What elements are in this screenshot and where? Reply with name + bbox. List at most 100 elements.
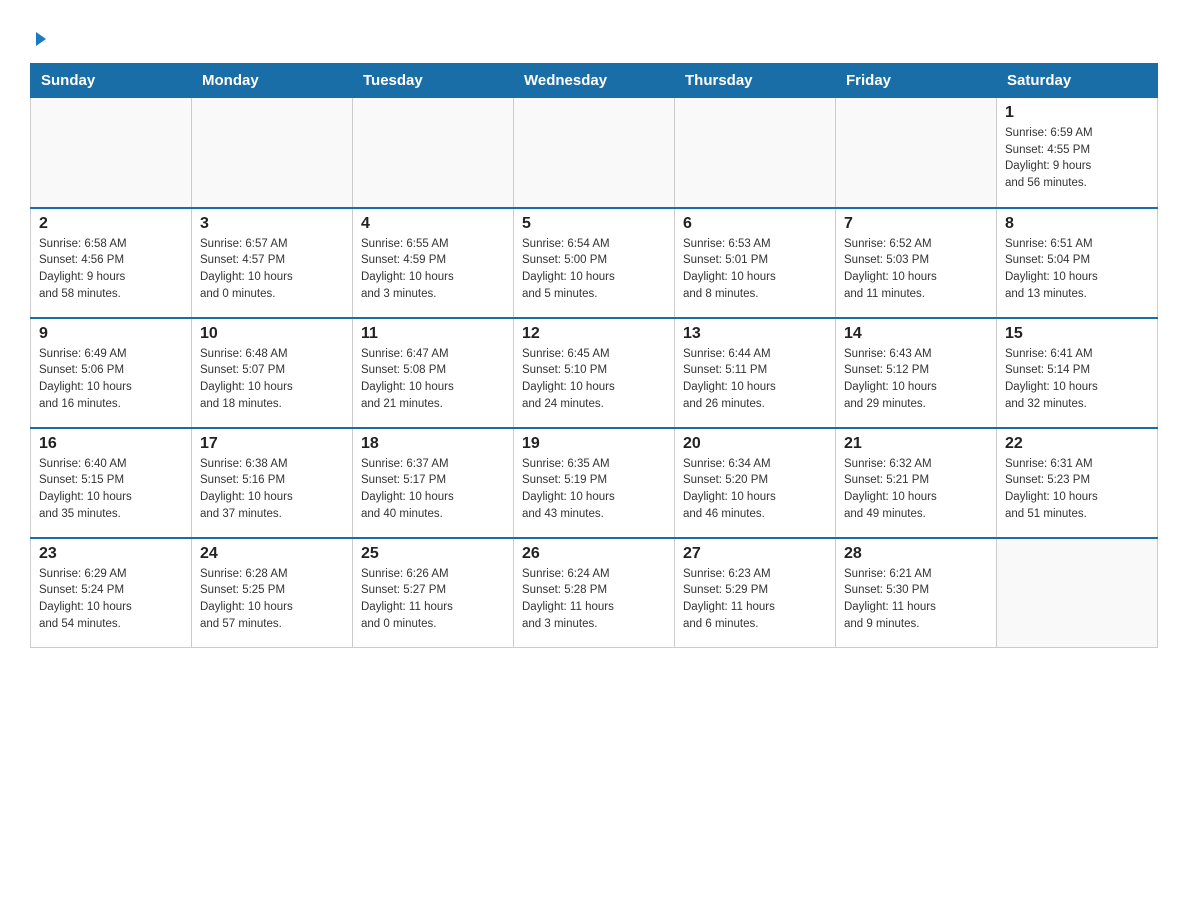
day-info: Sunrise: 6:34 AMSunset: 5:20 PMDaylight:… [683, 456, 827, 523]
calendar-cell [675, 98, 836, 208]
calendar-cell: 10 Sunrise: 6:48 AMSunset: 5:07 PMDayligh… [192, 318, 353, 428]
day-number: 27 [683, 545, 827, 563]
week-row-2: 2 Sunrise: 6:58 AMSunset: 4:56 PMDaylight… [31, 208, 1158, 318]
calendar-cell: 26 Sunrise: 6:24 AMSunset: 5:28 PMDayligh… [514, 538, 675, 648]
day-info: Sunrise: 6:51 AMSunset: 5:04 PMDaylight:… [1005, 236, 1149, 303]
week-row-3: 9 Sunrise: 6:49 AMSunset: 5:06 PMDaylight… [31, 318, 1158, 428]
day-number: 11 [361, 325, 505, 343]
day-number: 4 [361, 215, 505, 233]
day-info: Sunrise: 6:45 AMSunset: 5:10 PMDaylight:… [522, 346, 666, 413]
day-info: Sunrise: 6:37 AMSunset: 5:17 PMDaylight:… [361, 456, 505, 523]
col-header-tuesday: Tuesday [353, 64, 514, 98]
day-info: Sunrise: 6:28 AMSunset: 5:25 PMDaylight:… [200, 566, 344, 633]
calendar-cell: 2 Sunrise: 6:58 AMSunset: 4:56 PMDaylight… [31, 208, 192, 318]
week-row-1: 1 Sunrise: 6:59 AMSunset: 4:55 PMDaylight… [31, 98, 1158, 208]
day-number: 8 [1005, 215, 1149, 233]
calendar-cell: 4 Sunrise: 6:55 AMSunset: 4:59 PMDaylight… [353, 208, 514, 318]
day-number: 26 [522, 545, 666, 563]
day-number: 14 [844, 325, 988, 343]
day-info: Sunrise: 6:54 AMSunset: 5:00 PMDaylight:… [522, 236, 666, 303]
day-info: Sunrise: 6:40 AMSunset: 5:15 PMDaylight:… [39, 456, 183, 523]
day-number: 6 [683, 215, 827, 233]
calendar-cell: 3 Sunrise: 6:57 AMSunset: 4:57 PMDaylight… [192, 208, 353, 318]
day-info: Sunrise: 6:52 AMSunset: 5:03 PMDaylight:… [844, 236, 988, 303]
page-header [30, 20, 1158, 53]
col-header-sunday: Sunday [31, 64, 192, 98]
day-info: Sunrise: 6:57 AMSunset: 4:57 PMDaylight:… [200, 236, 344, 303]
calendar-cell: 6 Sunrise: 6:53 AMSunset: 5:01 PMDaylight… [675, 208, 836, 318]
day-number: 25 [361, 545, 505, 563]
day-number: 24 [200, 545, 344, 563]
day-info: Sunrise: 6:29 AMSunset: 5:24 PMDaylight:… [39, 566, 183, 633]
day-info: Sunrise: 6:23 AMSunset: 5:29 PMDaylight:… [683, 566, 827, 633]
day-number: 20 [683, 435, 827, 453]
logo-arrow-icon [32, 30, 50, 53]
calendar-cell: 5 Sunrise: 6:54 AMSunset: 5:00 PMDaylight… [514, 208, 675, 318]
day-number: 7 [844, 215, 988, 233]
calendar-cell [353, 98, 514, 208]
day-info: Sunrise: 6:35 AMSunset: 5:19 PMDaylight:… [522, 456, 666, 523]
calendar-cell: 12 Sunrise: 6:45 AMSunset: 5:10 PMDayligh… [514, 318, 675, 428]
week-row-5: 23 Sunrise: 6:29 AMSunset: 5:24 PMDayligh… [31, 538, 1158, 648]
col-header-saturday: Saturday [997, 64, 1158, 98]
calendar-cell: 9 Sunrise: 6:49 AMSunset: 5:06 PMDaylight… [31, 318, 192, 428]
day-number: 15 [1005, 325, 1149, 343]
day-info: Sunrise: 6:48 AMSunset: 5:07 PMDaylight:… [200, 346, 344, 413]
calendar-cell: 19 Sunrise: 6:35 AMSunset: 5:19 PMDayligh… [514, 428, 675, 538]
day-info: Sunrise: 6:59 AMSunset: 4:55 PMDaylight:… [1005, 125, 1149, 192]
day-info: Sunrise: 6:38 AMSunset: 5:16 PMDaylight:… [200, 456, 344, 523]
day-info: Sunrise: 6:41 AMSunset: 5:14 PMDaylight:… [1005, 346, 1149, 413]
calendar-cell: 13 Sunrise: 6:44 AMSunset: 5:11 PMDayligh… [675, 318, 836, 428]
day-info: Sunrise: 6:31 AMSunset: 5:23 PMDaylight:… [1005, 456, 1149, 523]
day-number: 28 [844, 545, 988, 563]
day-number: 3 [200, 215, 344, 233]
calendar-cell: 27 Sunrise: 6:23 AMSunset: 5:29 PMDayligh… [675, 538, 836, 648]
day-number: 10 [200, 325, 344, 343]
calendar-cell: 7 Sunrise: 6:52 AMSunset: 5:03 PMDaylight… [836, 208, 997, 318]
col-header-friday: Friday [836, 64, 997, 98]
day-number: 16 [39, 435, 183, 453]
day-number: 1 [1005, 104, 1149, 122]
day-number: 17 [200, 435, 344, 453]
calendar-cell [192, 98, 353, 208]
day-info: Sunrise: 6:32 AMSunset: 5:21 PMDaylight:… [844, 456, 988, 523]
logo [30, 20, 50, 53]
calendar-header-row: SundayMondayTuesdayWednesdayThursdayFrid… [31, 64, 1158, 98]
day-info: Sunrise: 6:24 AMSunset: 5:28 PMDaylight:… [522, 566, 666, 633]
calendar-cell: 17 Sunrise: 6:38 AMSunset: 5:16 PMDayligh… [192, 428, 353, 538]
day-info: Sunrise: 6:26 AMSunset: 5:27 PMDaylight:… [361, 566, 505, 633]
day-number: 19 [522, 435, 666, 453]
calendar-cell [836, 98, 997, 208]
day-info: Sunrise: 6:43 AMSunset: 5:12 PMDaylight:… [844, 346, 988, 413]
calendar-cell: 20 Sunrise: 6:34 AMSunset: 5:20 PMDayligh… [675, 428, 836, 538]
calendar-cell: 11 Sunrise: 6:47 AMSunset: 5:08 PMDayligh… [353, 318, 514, 428]
day-number: 22 [1005, 435, 1149, 453]
day-number: 12 [522, 325, 666, 343]
day-info: Sunrise: 6:53 AMSunset: 5:01 PMDaylight:… [683, 236, 827, 303]
calendar-cell: 8 Sunrise: 6:51 AMSunset: 5:04 PMDaylight… [997, 208, 1158, 318]
calendar-cell [514, 98, 675, 208]
week-row-4: 16 Sunrise: 6:40 AMSunset: 5:15 PMDayligh… [31, 428, 1158, 538]
day-info: Sunrise: 6:21 AMSunset: 5:30 PMDaylight:… [844, 566, 988, 633]
day-number: 23 [39, 545, 183, 563]
calendar-cell: 1 Sunrise: 6:59 AMSunset: 4:55 PMDaylight… [997, 98, 1158, 208]
day-info: Sunrise: 6:44 AMSunset: 5:11 PMDaylight:… [683, 346, 827, 413]
day-number: 18 [361, 435, 505, 453]
day-number: 9 [39, 325, 183, 343]
day-info: Sunrise: 6:55 AMSunset: 4:59 PMDaylight:… [361, 236, 505, 303]
calendar-cell: 15 Sunrise: 6:41 AMSunset: 5:14 PMDayligh… [997, 318, 1158, 428]
day-number: 5 [522, 215, 666, 233]
col-header-wednesday: Wednesday [514, 64, 675, 98]
day-number: 13 [683, 325, 827, 343]
calendar-cell: 21 Sunrise: 6:32 AMSunset: 5:21 PMDayligh… [836, 428, 997, 538]
day-info: Sunrise: 6:47 AMSunset: 5:08 PMDaylight:… [361, 346, 505, 413]
day-info: Sunrise: 6:49 AMSunset: 5:06 PMDaylight:… [39, 346, 183, 413]
calendar-cell: 25 Sunrise: 6:26 AMSunset: 5:27 PMDayligh… [353, 538, 514, 648]
calendar-cell: 14 Sunrise: 6:43 AMSunset: 5:12 PMDayligh… [836, 318, 997, 428]
calendar-cell [31, 98, 192, 208]
day-info: Sunrise: 6:58 AMSunset: 4:56 PMDaylight:… [39, 236, 183, 303]
day-number: 21 [844, 435, 988, 453]
day-number: 2 [39, 215, 183, 233]
calendar-cell: 23 Sunrise: 6:29 AMSunset: 5:24 PMDayligh… [31, 538, 192, 648]
calendar-cell: 28 Sunrise: 6:21 AMSunset: 5:30 PMDayligh… [836, 538, 997, 648]
